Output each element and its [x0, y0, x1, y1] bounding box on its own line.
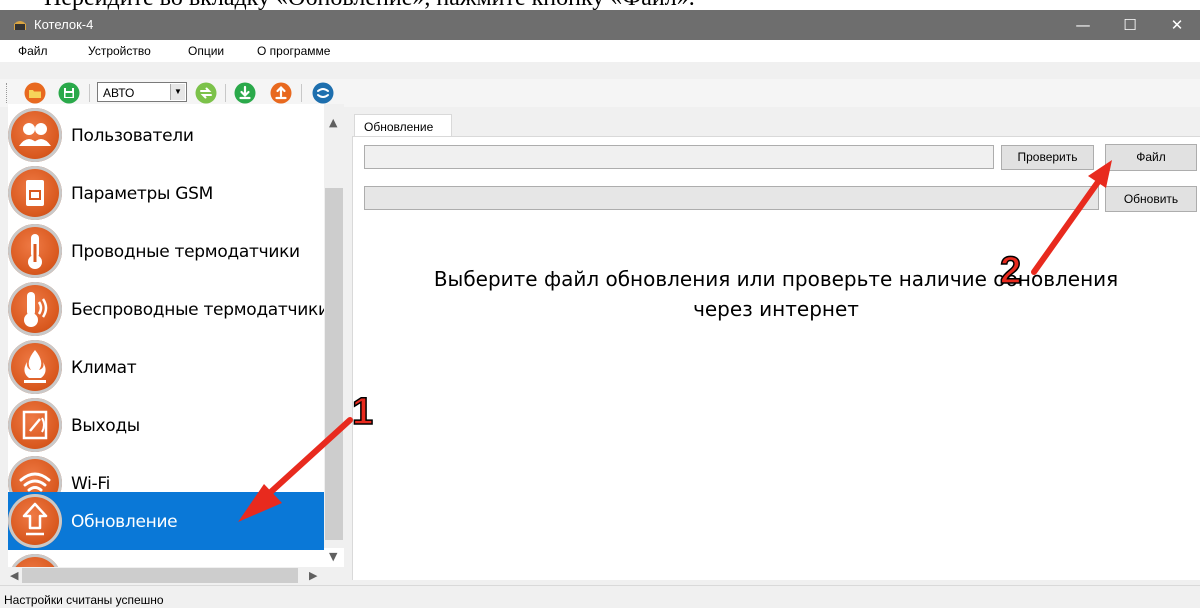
step-1-label: 1 — [352, 391, 373, 433]
status-bar: Настройки считаны успешно — [0, 585, 1200, 608]
arrow-to-file-button — [1031, 160, 1112, 275]
arrow-to-update-item — [238, 417, 353, 522]
tutorial-annotations: 1 2 — [238, 160, 1112, 522]
status-text: Настройки считаны успешно — [4, 593, 164, 607]
step-2-label: 2 — [1000, 250, 1021, 292]
